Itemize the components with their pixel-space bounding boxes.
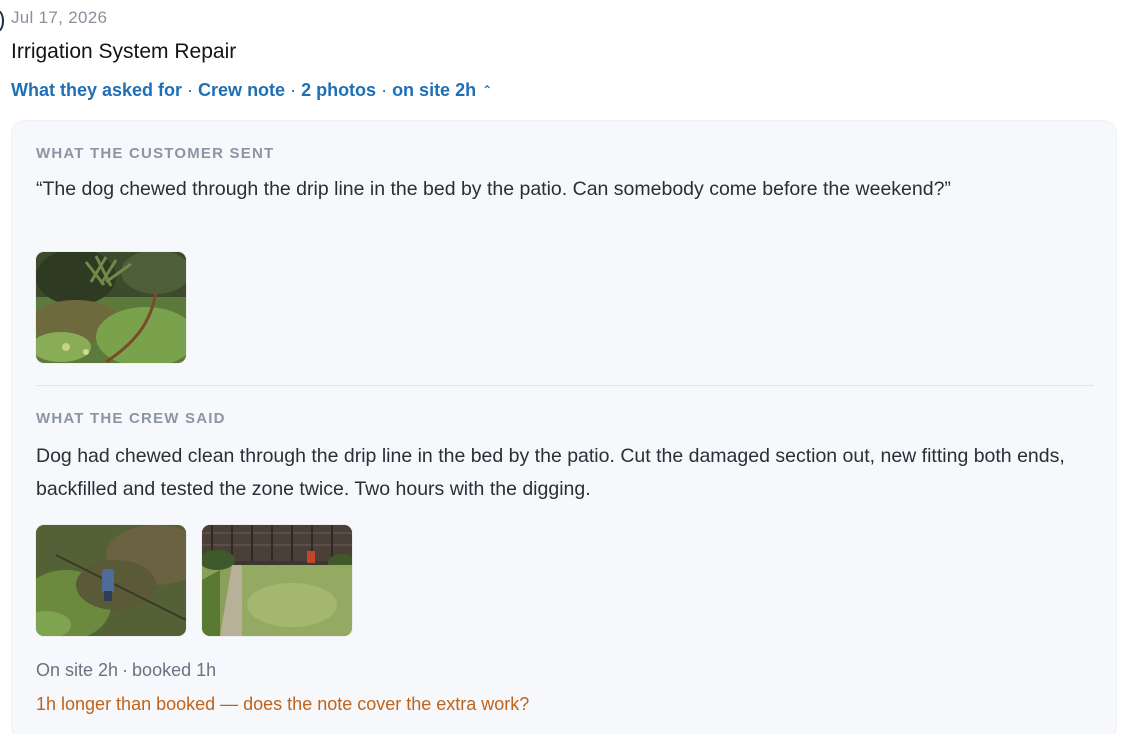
summary-separator: ·	[381, 80, 388, 100]
crew-photo-2-image	[202, 525, 352, 636]
summary-separator: ·	[290, 80, 297, 100]
summary-separator: ·	[187, 80, 194, 100]
entry-title: Irrigation System Repair	[11, 40, 237, 63]
stats-separator: ·	[122, 660, 129, 680]
on-site-time: On site 2h	[36, 660, 119, 680]
crew-photo-1[interactable]	[36, 525, 186, 636]
chevron-up-icon: ⌃	[482, 83, 493, 97]
details-panel	[11, 120, 1117, 734]
customer-photo-1-image	[36, 252, 186, 363]
customer-message: “The dog chewed through the drip line in…	[36, 178, 951, 200]
booked-time: booked 1h	[132, 660, 217, 680]
section-divider	[36, 385, 1094, 386]
customer-photo-1[interactable]	[36, 252, 186, 363]
crew-section-label: WHAT THE CREW SAID	[36, 410, 226, 427]
summary-on-site: on site 2h	[392, 80, 477, 100]
job-entry: Jul 17, 2026 Irrigation System Repair Wh…	[0, 0, 1140, 734]
entry-date: Jul 17, 2026	[11, 8, 108, 27]
crew-note: Dog had chewed clean through the drip li…	[36, 445, 1065, 500]
time-stats: On site 2h · booked 1h	[36, 660, 216, 681]
timeline-marker-icon	[0, 10, 4, 32]
summary-crew-note: Crew note	[198, 80, 286, 100]
summary-toggle-button[interactable]: What they asked for · Crew note · 2 photos · o…	[11, 80, 492, 101]
overtime-warning: 1h longer than booked — does the note co…	[36, 694, 530, 714]
customer-section-label: WHAT THE CUSTOMER SENT	[36, 145, 275, 162]
crew-photo-1-image	[36, 525, 186, 636]
summary-photos: 2 photos	[301, 80, 377, 100]
crew-photo-2[interactable]	[202, 525, 352, 636]
summary-asked: What they asked for	[11, 80, 183, 100]
